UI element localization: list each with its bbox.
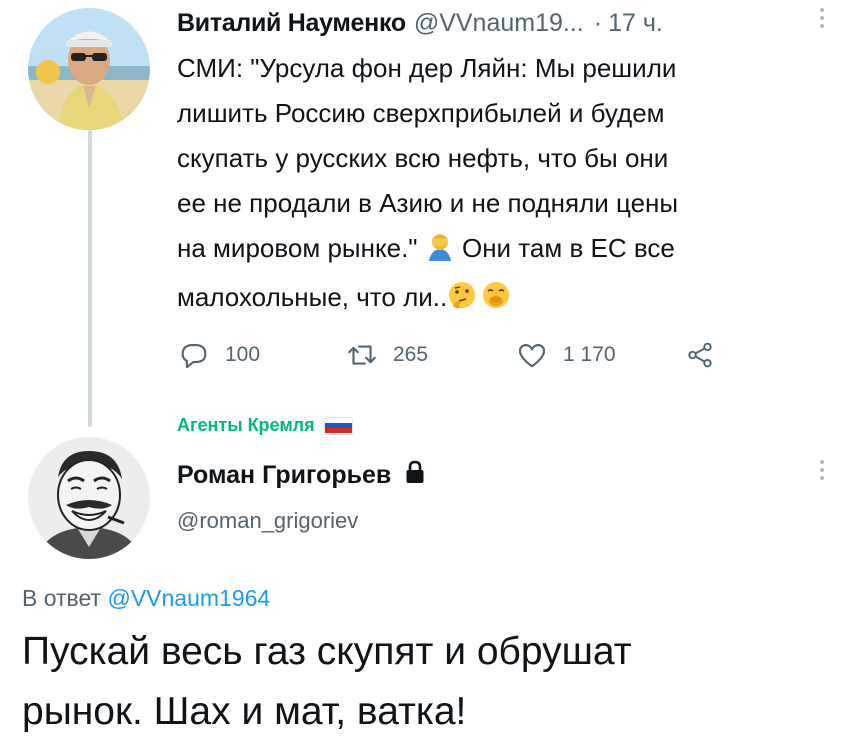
tweet-line: малохольные, что ли..: [177, 275, 837, 324]
heart-icon: [515, 338, 549, 372]
tweet1-action-bar: 100 265 1 170: [177, 338, 715, 372]
tweet-timestamp[interactable]: 17 ч.: [608, 9, 663, 38]
tweet-line: на мировом рынке." Они там в ЕС все: [177, 226, 837, 275]
tweet1-text: СМИ: "Урсула фон дер Ляйн: Мы решили лиш…: [177, 46, 837, 324]
tweet-line: ее не продали в Азию и не подняли цены: [177, 188, 679, 218]
tweet2-text: Пускай весь газ скупят и обрушат рынок. …: [22, 622, 842, 742]
tweet-line: лишить Россию сверхприбылей и будем: [177, 98, 665, 128]
tweet1-header: Виталий Науменко @VVnaum19... · 17 ч.: [177, 6, 663, 40]
tweet-line-part: малохольные, что ли..: [177, 282, 448, 312]
lock-icon: [405, 460, 425, 491]
retweet-count: 265: [393, 343, 429, 366]
retweet-button[interactable]: 265: [345, 338, 515, 372]
reply-prefix: В ответ: [22, 585, 108, 611]
reply-mention-link[interactable]: @VVnaum1964: [107, 585, 270, 611]
avatar-roman[interactable]: [28, 437, 150, 559]
tweet-line-part: Они там в ЕС все: [454, 233, 675, 263]
author-handle[interactable]: @roman_grigoriev: [177, 508, 358, 534]
share-button[interactable]: [685, 340, 715, 370]
man-facepalming-emoji: [425, 230, 455, 275]
thinking-face-emoji: [447, 279, 477, 324]
tweet-line: скупать у русских всю нефть, что бы они: [177, 143, 669, 173]
author-name[interactable]: Роман Григорьев: [177, 461, 391, 490]
reply-button[interactable]: 100: [177, 338, 345, 372]
reply-icon: [177, 338, 211, 372]
tweet-line-part: на мировом рынке.": [177, 233, 425, 263]
tweet-line: Пускай весь газ скупят и обрушат: [22, 630, 632, 673]
like-count: 1 170: [563, 343, 616, 366]
share-icon: [685, 340, 715, 370]
russia-flag-icon: [324, 417, 352, 434]
more-options-icon[interactable]: [819, 8, 825, 28]
community-label[interactable]: Агенты Кремля: [177, 415, 352, 436]
tweet-line: рынок. Шах и мат, ватка!: [22, 690, 467, 733]
author-handle[interactable]: @VVnaum19...: [414, 9, 584, 38]
avatar-vitaliy[interactable]: [28, 8, 150, 130]
reply-count: 100: [225, 343, 261, 366]
thread-line: [88, 130, 92, 427]
tweet2-author: Роман Григорьев: [177, 457, 425, 493]
community-name: Агенты Кремля: [177, 415, 315, 435]
author-name[interactable]: Виталий Науменко: [177, 9, 406, 38]
reply-context: В ответ @VVnaum1964: [22, 585, 270, 612]
tweet-line: СМИ: "Урсула фон дер Ляйн: Мы решили: [177, 53, 677, 83]
separator-dot: ·: [593, 8, 603, 37]
more-options-icon[interactable]: [819, 460, 825, 480]
like-button[interactable]: 1 170: [515, 338, 685, 372]
yawning-face-emoji: [481, 279, 511, 324]
retweet-icon: [345, 338, 379, 372]
